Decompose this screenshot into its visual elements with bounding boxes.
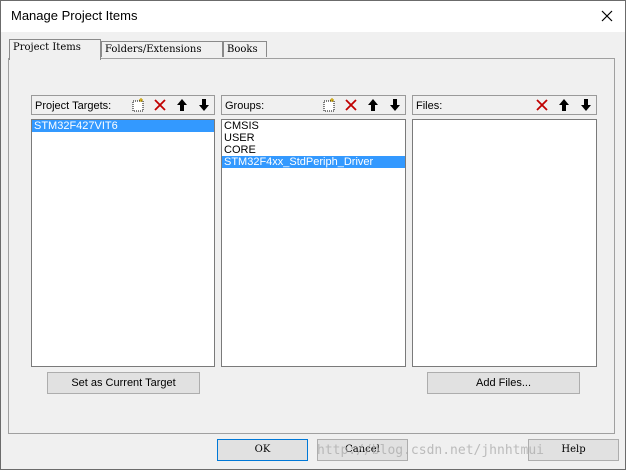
project-targets-group: Project Targets: STM32F427VIT6 [31, 95, 215, 367]
window-title: Manage Project Items [11, 8, 138, 23]
delete-file-button[interactable] [532, 96, 552, 114]
move-group-up-button[interactable] [363, 96, 383, 114]
delete-target-button[interactable] [150, 96, 170, 114]
project-targets-header: Project Targets: [31, 95, 215, 115]
cancel-button[interactable]: Cancel [317, 439, 408, 461]
move-file-up-button[interactable] [554, 96, 574, 114]
list-item[interactable]: CORE [222, 144, 405, 156]
set-as-current-target-button[interactable]: Set as Current Target [47, 372, 200, 394]
arrow-up-icon [177, 99, 187, 111]
move-target-up-button[interactable] [172, 96, 192, 114]
arrow-up-icon [368, 99, 378, 111]
project-targets-list[interactable]: STM32F427VIT6 [31, 119, 215, 367]
add-files-button[interactable]: Add Files... [427, 372, 580, 394]
files-label: Files: [416, 100, 443, 112]
manage-project-items-dialog: Manage Project Items Project Items Folde… [0, 0, 626, 470]
files-list[interactable] [412, 119, 597, 367]
tab-folders-extensions[interactable]: Folders/Extensions [101, 41, 223, 57]
arrow-down-icon [390, 99, 400, 111]
groups-group: Groups: CMSIS USER CORE STM32F4xx_StdPer… [221, 95, 406, 367]
arrow-down-icon [581, 99, 591, 111]
new-item-icon [132, 98, 144, 112]
groups-list[interactable]: CMSIS USER CORE STM32F4xx_StdPeriph_Driver [221, 119, 406, 367]
files-group: Files: [412, 95, 597, 367]
delete-icon [536, 99, 548, 111]
groups-header: Groups: [221, 95, 406, 115]
list-item[interactable]: CMSIS [222, 120, 405, 132]
tab-books[interactable]: Books [223, 41, 267, 57]
new-target-button[interactable] [128, 96, 148, 114]
delete-group-button[interactable] [341, 96, 361, 114]
files-header: Files: [412, 95, 597, 115]
list-item[interactable]: USER [222, 132, 405, 144]
delete-icon [154, 99, 166, 111]
help-button[interactable]: Help [528, 439, 619, 461]
arrow-down-icon [199, 99, 209, 111]
ok-button[interactable]: OK [217, 439, 308, 461]
new-group-button[interactable] [319, 96, 339, 114]
move-target-down-button[interactable] [194, 96, 214, 114]
groups-label: Groups: [225, 100, 265, 112]
list-item[interactable]: STM32F4xx_StdPeriph_Driver [222, 156, 405, 168]
close-icon[interactable] [597, 6, 617, 26]
list-item[interactable]: STM32F427VIT6 [32, 120, 214, 132]
new-item-icon [323, 98, 335, 112]
move-file-down-button[interactable] [576, 96, 596, 114]
tab-project-items[interactable]: Project Items [9, 39, 101, 60]
arrow-up-icon [559, 99, 569, 111]
move-group-down-button[interactable] [385, 96, 405, 114]
title-bar: Manage Project Items [1, 1, 625, 32]
project-targets-label: Project Targets: [35, 100, 112, 112]
delete-icon [345, 99, 357, 111]
